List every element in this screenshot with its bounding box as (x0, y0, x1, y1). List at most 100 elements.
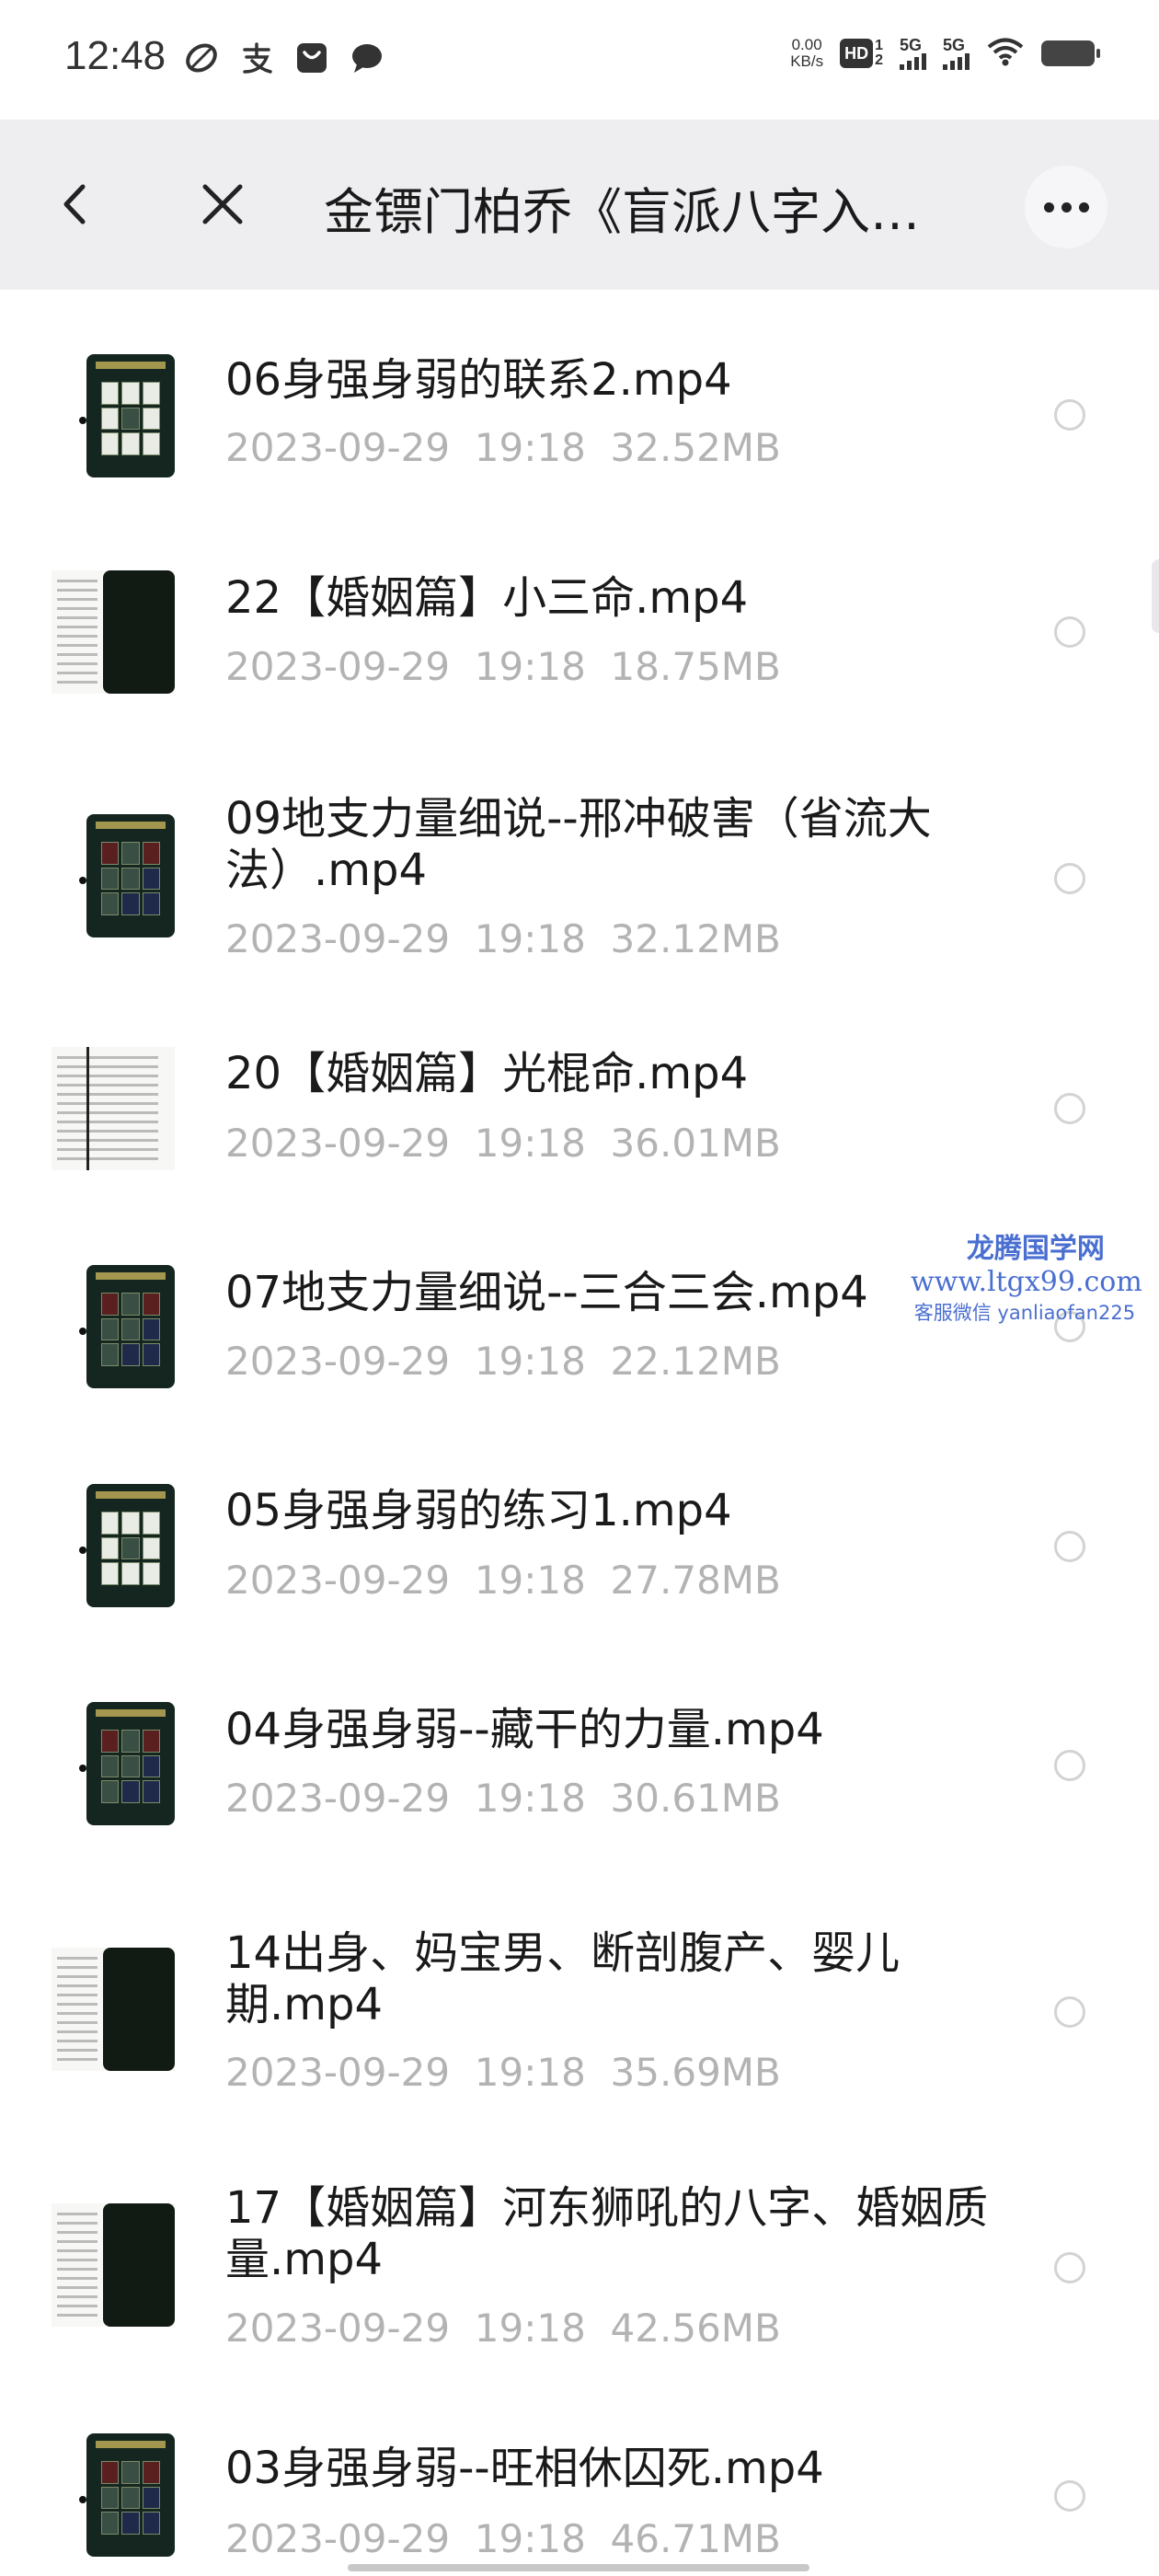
close-button[interactable] (193, 175, 252, 234)
watermark-line-2: www.ltgx99.com (911, 1266, 1142, 1298)
thumbnail-video-frame (86, 1265, 175, 1388)
file-size: 35.69MB (610, 2050, 781, 2095)
signal-5g-1: 5G (900, 37, 926, 70)
file-time: 19:18 (474, 2050, 586, 2095)
file-size: 22.12MB (610, 1339, 781, 1384)
title-bar: 金镖门柏乔《盲派八字入… (0, 120, 1159, 290)
video-thumbnail (52, 2433, 175, 2557)
file-date: 2023-09-29 (225, 916, 451, 961)
home-indicator[interactable] (348, 2564, 809, 2571)
file-size: 46.71MB (610, 2516, 781, 2561)
page-title: 金镖门柏乔《盲派八字入… (324, 183, 920, 241)
file-name: 03身强身弱--旺相休囚死.mp4 (225, 2443, 824, 2494)
close-icon (202, 184, 243, 224)
hd-sub-bottom: 2 (875, 52, 883, 68)
file-size: 36.01MB (610, 1121, 781, 1166)
select-radio[interactable] (1054, 399, 1085, 431)
select-radio[interactable] (1054, 1093, 1085, 1124)
video-thumbnail (52, 570, 175, 694)
thumbnail-video-frame (103, 1948, 175, 2071)
leaf-app-icon (184, 40, 219, 75)
file-name: 04身强身弱--藏干的力量.mp4 (225, 1704, 824, 1755)
hd-sub-top: 1 (875, 38, 883, 53)
file-date: 2023-09-29 (225, 2050, 451, 2095)
video-thumbnail (52, 2203, 175, 2327)
file-date: 2023-09-29 (225, 1776, 451, 1821)
wifi-icon (986, 37, 1025, 70)
file-meta: 2023-09-29 19:18 46.71MB (225, 2516, 781, 2561)
video-thumbnail (52, 354, 175, 477)
more-dot-icon (1061, 201, 1072, 213)
notification-icons (184, 40, 384, 75)
file-size: 42.56MB (610, 2306, 781, 2351)
video-thumbnail (52, 1265, 175, 1388)
file-size: 30.61MB (610, 1776, 781, 1821)
file-meta: 2023-09-29 19:18 32.12MB (225, 916, 781, 961)
file-time: 19:18 (474, 916, 586, 961)
watermark: 龙腾国学网 www.ltgx99.com 客服微信 yanliaofan225 (911, 1225, 1142, 1326)
thumbnail-video-frame (86, 2433, 175, 2557)
file-name: 17【婚姻篇】河东狮吼的八字、婚姻质量.mp4 (225, 2182, 989, 2285)
file-time: 19:18 (474, 644, 586, 689)
net-speed-value: 0.00 (791, 36, 822, 53)
alipay-icon (239, 40, 274, 75)
back-button[interactable] (46, 175, 105, 234)
select-radio[interactable] (1054, 2480, 1085, 2512)
thumbnail-video-frame (86, 814, 175, 937)
thumbnail-video-frame (86, 1484, 175, 1607)
video-thumbnail (52, 814, 175, 937)
file-date: 2023-09-29 (225, 1121, 451, 1166)
file-name: 06身强身弱的联系2.mp4 (225, 354, 732, 406)
file-size: 18.75MB (610, 644, 781, 689)
thumbnail-video-frame (86, 1702, 175, 1825)
shopping-bag-icon (294, 40, 329, 75)
edge-swipe-handle[interactable] (1152, 559, 1159, 633)
file-name: 09地支力量细说--邢冲破害（省流大法）.mp4 (225, 793, 932, 896)
file-meta: 2023-09-29 19:18 36.01MB (225, 1121, 781, 1166)
select-radio[interactable] (1054, 1531, 1085, 1562)
more-options-button[interactable] (1025, 166, 1107, 248)
video-thumbnail (52, 1702, 175, 1825)
video-thumbnail (52, 1948, 175, 2071)
battery-icon (1041, 40, 1100, 66)
watermark-line-3: 客服微信 yanliaofan225 (913, 1302, 1136, 1324)
watermark-line-1: 龙腾国学网 (966, 1233, 1105, 1265)
file-date: 2023-09-29 (225, 644, 451, 689)
file-date: 2023-09-29 (225, 1339, 451, 1384)
status-time: 12:48 (64, 33, 166, 78)
hd-badge: HD (840, 39, 874, 68)
file-size: 27.78MB (610, 1558, 781, 1603)
thumbnail-video-frame (86, 354, 175, 477)
select-radio[interactable] (1054, 616, 1085, 648)
file-meta: 2023-09-29 19:18 30.61MB (225, 1776, 781, 1821)
file-date: 2023-09-29 (225, 1558, 451, 1603)
status-bar: 12:48 0.00 KB/s HD 1 2 5G 5G (0, 0, 1159, 120)
file-name: 05身强身弱的练习1.mp4 (225, 1485, 732, 1536)
signal-5g-2: 5G (943, 37, 970, 70)
chat-bubble-icon (350, 40, 384, 75)
file-name: 07地支力量细说--三合三会.mp4 (225, 1267, 868, 1318)
signal-label-1: 5G (900, 36, 923, 54)
file-time: 19:18 (474, 1776, 586, 1821)
file-time: 19:18 (474, 1558, 586, 1603)
file-time: 19:18 (474, 2306, 586, 2351)
file-meta: 2023-09-29 19:18 42.56MB (225, 2306, 781, 2351)
file-meta: 2023-09-29 19:18 22.12MB (225, 1339, 781, 1384)
chevron-left-icon (63, 184, 86, 224)
more-dot-icon (1043, 201, 1054, 213)
file-meta: 2023-09-29 19:18 18.75MB (225, 644, 781, 689)
file-size: 32.52MB (610, 425, 781, 470)
video-thumbnail (52, 1047, 175, 1170)
video-thumbnail (52, 1484, 175, 1607)
thumbnail-paper (52, 1047, 175, 1170)
file-name: 14出身、妈宝男、断剖腹产、婴儿期.mp4 (225, 1927, 901, 2030)
select-radio[interactable] (1054, 863, 1085, 894)
file-time: 19:18 (474, 1339, 586, 1384)
select-radio[interactable] (1054, 1750, 1085, 1781)
select-radio[interactable] (1054, 1996, 1085, 2028)
net-speed: 0.00 KB/s (790, 37, 823, 70)
file-time: 19:18 (474, 425, 586, 470)
select-radio[interactable] (1054, 2252, 1085, 2283)
file-name: 20【婚姻篇】光棍命.mp4 (225, 1048, 749, 1099)
signal-bars-icon (900, 53, 926, 70)
